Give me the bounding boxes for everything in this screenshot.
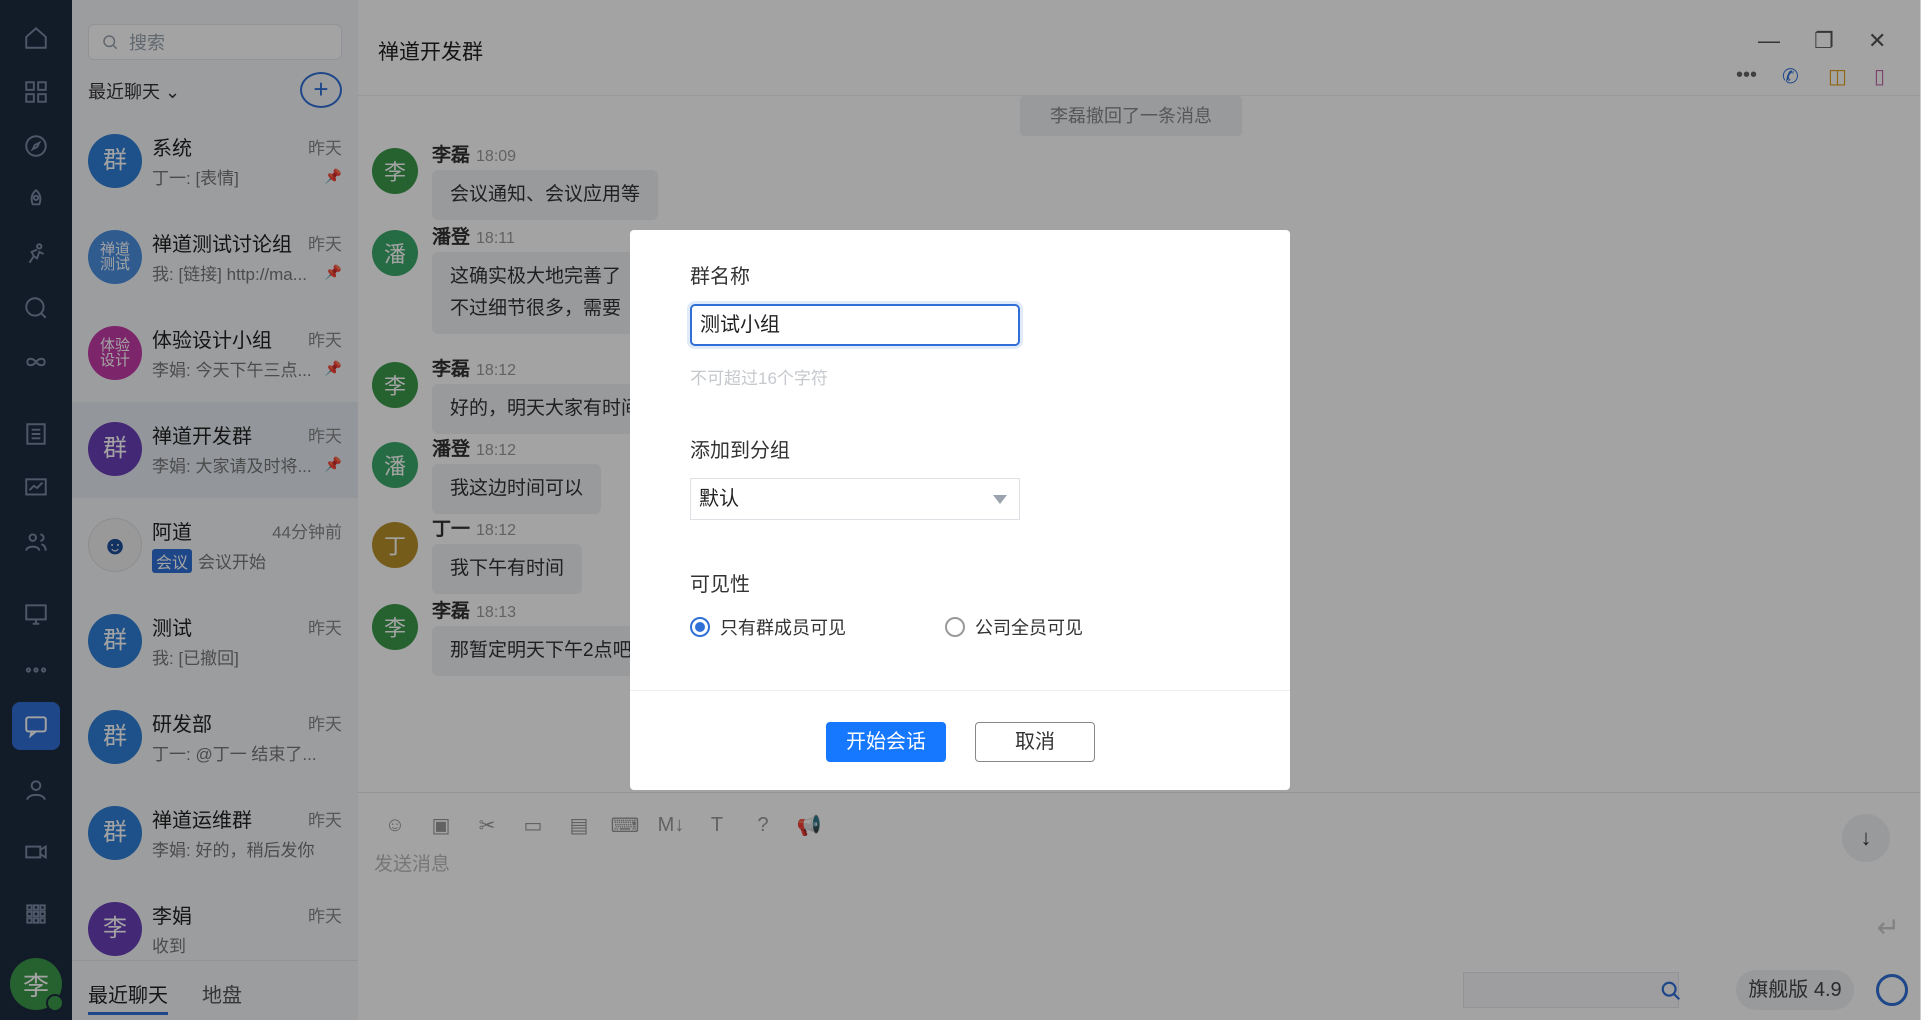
group-select-value: 默认 bbox=[699, 488, 739, 510]
start-chat-button[interactable]: 开始会话 bbox=[826, 722, 946, 762]
dialog-divider bbox=[630, 690, 1290, 691]
app-window: 李 搜索 最近聊天 ⌄ + 群系统 昨天 丁一: [表情] 📌 禅道测试 禅道测试讨论组昨… bbox=[0, 0, 1920, 1020]
visibility-members-only-radio[interactable]: 只有群成员可见 bbox=[690, 614, 846, 640]
radio-label: 公司全员可见 bbox=[975, 618, 1083, 638]
window-edge bbox=[1920, 0, 1930, 1020]
radio-label: 只有群成员可见 bbox=[720, 618, 846, 638]
visibility-label: 可见性 bbox=[690, 574, 750, 596]
group-name-label: 群名称 bbox=[690, 266, 750, 288]
caret-down-icon bbox=[993, 495, 1007, 504]
group-select[interactable]: 默认 bbox=[690, 478, 1020, 520]
visibility-all-company-radio[interactable]: 公司全员可见 bbox=[945, 614, 1083, 640]
cancel-button[interactable]: 取消 bbox=[975, 722, 1095, 762]
modal-overlay[interactable]: 群名称 测试小组 不可超过16个字符 添加到分组 默认 可见性 只有群成员可见 … bbox=[0, 0, 1920, 1020]
add-to-group-label: 添加到分组 bbox=[690, 440, 790, 462]
create-group-dialog: 群名称 测试小组 不可超过16个字符 添加到分组 默认 可见性 只有群成员可见 … bbox=[630, 230, 1290, 790]
group-name-hint: 不可超过16个字符 bbox=[690, 369, 828, 388]
radio-selected-icon bbox=[690, 617, 710, 637]
radio-unselected-icon bbox=[945, 617, 965, 637]
group-name-input[interactable]: 测试小组 bbox=[690, 304, 1020, 346]
